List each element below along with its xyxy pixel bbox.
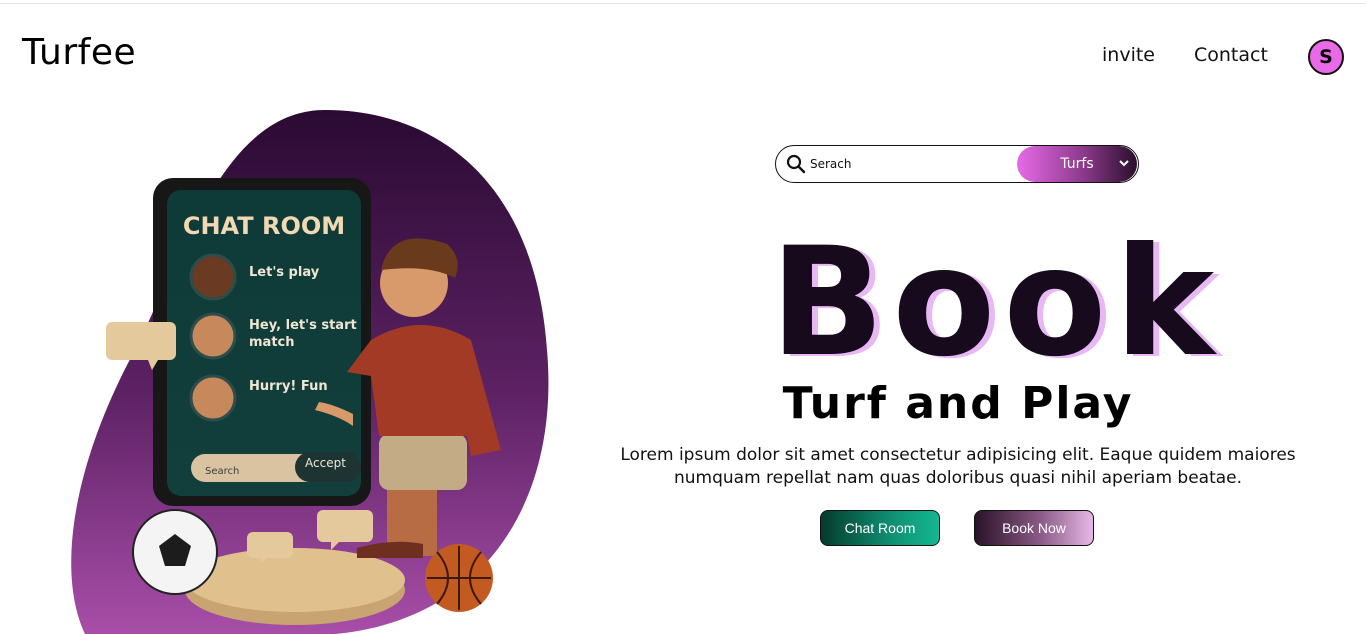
- phone-title: CHAT ROOM: [183, 212, 345, 240]
- top-divider: [0, 3, 1366, 4]
- category-select[interactable]: Turfs: [1017, 146, 1137, 182]
- chat-message-2b: match: [249, 335, 295, 350]
- chat-avatar-2: [189, 312, 237, 360]
- nav-contact-link[interactable]: Contact: [1194, 44, 1268, 66]
- chat-room-button[interactable]: Chat Room: [820, 510, 940, 546]
- search-icon[interactable]: [776, 146, 810, 182]
- logo[interactable]: Turfee: [22, 32, 136, 73]
- phone-search-text: Search: [205, 466, 239, 477]
- hero-illustration: CHAT ROOM Let's play Hey, let's start ma…: [71, 110, 549, 634]
- search-bar: Turfs: [775, 145, 1139, 183]
- user-avatar[interactable]: S: [1308, 39, 1344, 75]
- category-select-value: Turfs: [1060, 156, 1094, 172]
- phone-accept-text: Accept: [305, 456, 346, 470]
- chat-avatar-3: [189, 374, 237, 422]
- hero-description: Lorem ipsum dolor sit amet consectetur a…: [620, 445, 1296, 488]
- book-now-button[interactable]: Book Now: [974, 510, 1094, 546]
- chat-message-3: Hurry! Fun: [249, 379, 328, 394]
- hero-big-word: Book: [770, 216, 1223, 390]
- search-input[interactable]: [810, 146, 1017, 182]
- nav-invite-link[interactable]: invite: [1102, 44, 1155, 66]
- chat-message-2a: Hey, let's start: [249, 318, 357, 333]
- chat-avatar-1: [189, 253, 237, 301]
- chat-message-1: Let's play: [249, 265, 320, 280]
- hero-headline: Turf and Play: [782, 378, 1134, 429]
- chevron-down-icon: [1119, 160, 1129, 167]
